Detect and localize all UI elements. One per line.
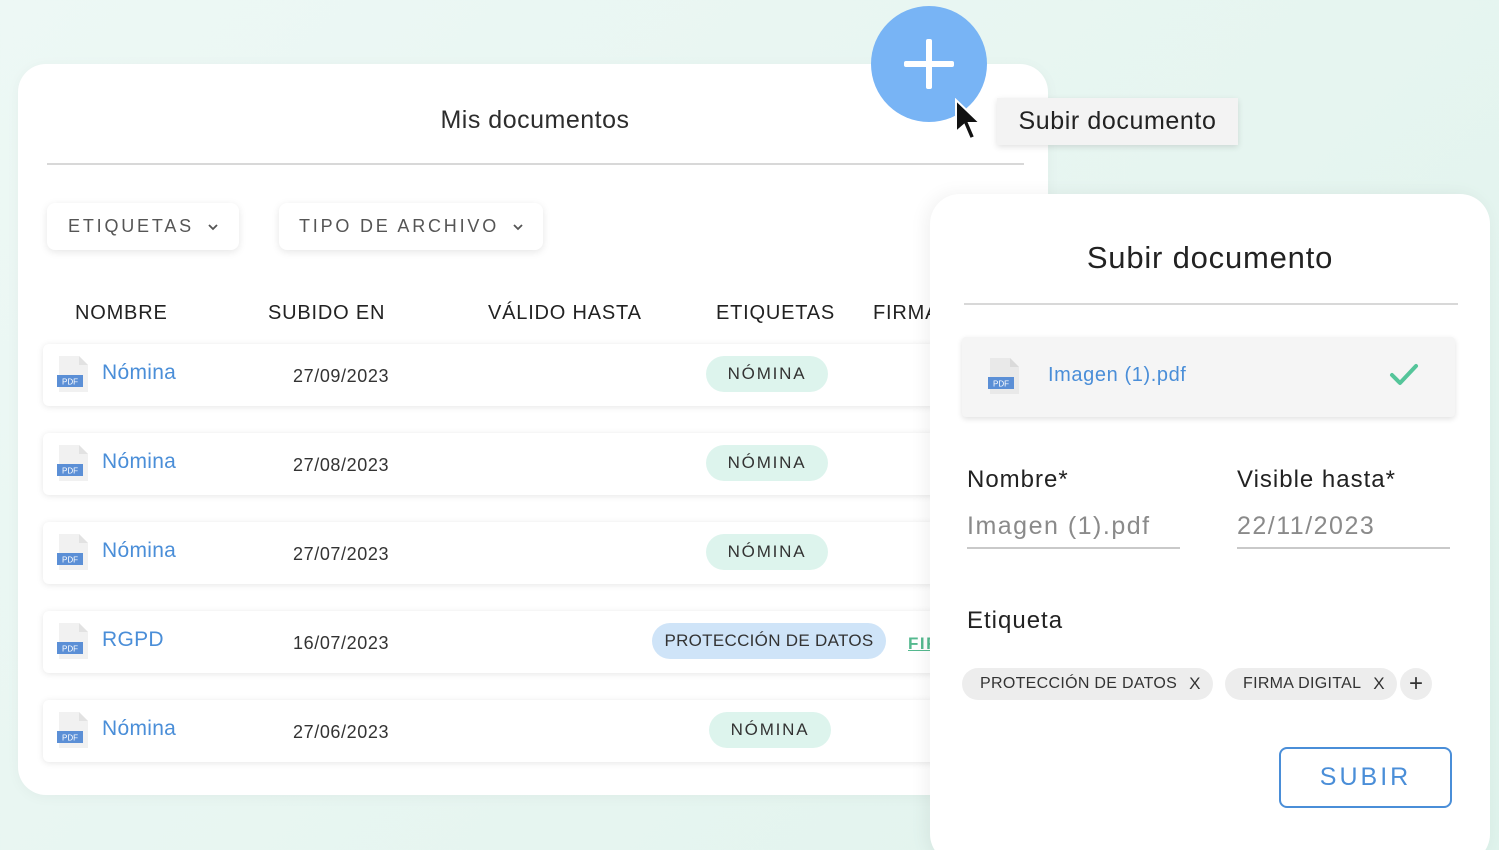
document-name-link[interactable]: Nómina — [102, 717, 176, 741]
uploaded-date: 27/07/2023 — [293, 544, 390, 564]
submit-button[interactable]: SUBIR — [1279, 747, 1452, 808]
add-tag-button[interactable]: + — [1400, 668, 1432, 700]
svg-text:PDF: PDF — [993, 380, 1009, 389]
tag-badge: NÓMINA — [706, 445, 828, 481]
table-row[interactable]: PDF Nómina 27/06/2023 NÓMINA — [43, 700, 1003, 762]
uploaded-file-item[interactable]: PDF Imagen (1).pdf — [962, 337, 1455, 417]
svg-text:PDF: PDF — [62, 645, 78, 654]
document-name-link[interactable]: Nómina — [102, 450, 176, 474]
filter-tipo-archivo-button[interactable]: TIPO DE ARCHIVO — [279, 203, 543, 250]
check-icon — [1390, 364, 1418, 385]
pdf-file-icon: PDF — [988, 358, 1019, 394]
tag-badge: NÓMINA — [709, 712, 831, 748]
pdf-file-icon: PDF — [57, 445, 88, 481]
add-document-tooltip: Subir documento — [997, 98, 1238, 145]
remove-chip-button[interactable]: X — [1189, 674, 1201, 694]
document-name-link[interactable]: RGPD — [102, 628, 164, 652]
chip-label: PROTECCIÓN DE DATOS — [980, 675, 1178, 692]
document-name-link[interactable]: Nómina — [102, 361, 176, 385]
tag-badge: NÓMINA — [706, 356, 828, 392]
tag-badge: PROTECCIÓN DE DATOS — [652, 623, 886, 659]
filter-etiquetas-button[interactable]: ETIQUETAS — [47, 203, 239, 250]
modal-title: Subir documento — [1086, 240, 1334, 275]
filter-tipo-archivo-label: TIPO DE ARCHIVO — [298, 216, 500, 236]
pdf-file-icon: PDF — [57, 712, 88, 748]
pdf-file-icon: PDF — [57, 534, 88, 570]
svg-text:PDF: PDF — [62, 556, 78, 565]
column-header-etiquetas[interactable]: ETIQUETAS — [716, 302, 835, 325]
pdf-file-icon: PDF — [57, 356, 88, 392]
upload-document-modal: Subir documento PDF Imagen (1).pdf Nombr… — [930, 194, 1490, 850]
column-header-subido-en[interactable]: SUBIDO EN — [268, 302, 385, 325]
svg-text:PDF: PDF — [62, 734, 78, 743]
etiqueta-label: Etiqueta — [967, 607, 1064, 634]
chevron-down-icon — [208, 223, 218, 230]
uploaded-date: 16/07/2023 — [293, 633, 390, 653]
uploaded-date: 27/08/2023 — [293, 455, 390, 475]
visible-hasta-field[interactable] — [1237, 505, 1450, 549]
svg-text:PDF: PDF — [62, 378, 78, 387]
table-row[interactable]: PDF RGPD 16/07/2023 PROTECCIÓN DE DATOS … — [43, 611, 1003, 673]
svg-text:PDF: PDF — [62, 467, 78, 476]
uploaded-date: 27/09/2023 — [293, 366, 390, 386]
nombre-label: Nombre* — [967, 466, 1069, 493]
title-divider — [47, 163, 1024, 165]
column-header-valido-hasta[interactable]: VÁLIDO HASTA — [488, 302, 642, 325]
nombre-field[interactable] — [967, 505, 1180, 549]
document-name-link[interactable]: Nómina — [102, 539, 176, 563]
table-row[interactable]: PDF Nómina 27/08/2023 NÓMINA — [43, 433, 1003, 495]
uploaded-date: 27/06/2023 — [293, 722, 390, 742]
pdf-file-icon: PDF — [57, 623, 88, 659]
tag-chip-firma-digital: FIRMA DIGITAL X — [1225, 668, 1397, 700]
plus-icon-vertical — [926, 39, 932, 89]
chip-label: FIRMA DIGITAL — [1243, 675, 1362, 692]
mouse-pointer-icon — [955, 98, 983, 141]
table-row[interactable]: PDF Nómina 27/07/2023 NÓMINA — [43, 522, 1003, 584]
chevron-down-icon — [513, 223, 523, 230]
remove-chip-button[interactable]: X — [1373, 674, 1385, 694]
tag-badge: NÓMINA — [706, 534, 828, 570]
visible-hasta-label: Visible hasta* — [1237, 466, 1396, 493]
modal-divider — [964, 303, 1458, 305]
column-header-nombre[interactable]: NOMBRE — [75, 302, 168, 325]
documents-card: Mis documentos ETIQUETAS TIPO DE ARCHIVO… — [18, 64, 1048, 795]
uploaded-file-name: Imagen (1).pdf — [1048, 364, 1187, 386]
filter-etiquetas-label: ETIQUETAS — [68, 216, 194, 236]
tag-chip-proteccion-datos: PROTECCIÓN DE DATOS X — [962, 668, 1213, 700]
table-row[interactable]: PDF Nómina 27/09/2023 NÓMINA — [43, 344, 1003, 406]
